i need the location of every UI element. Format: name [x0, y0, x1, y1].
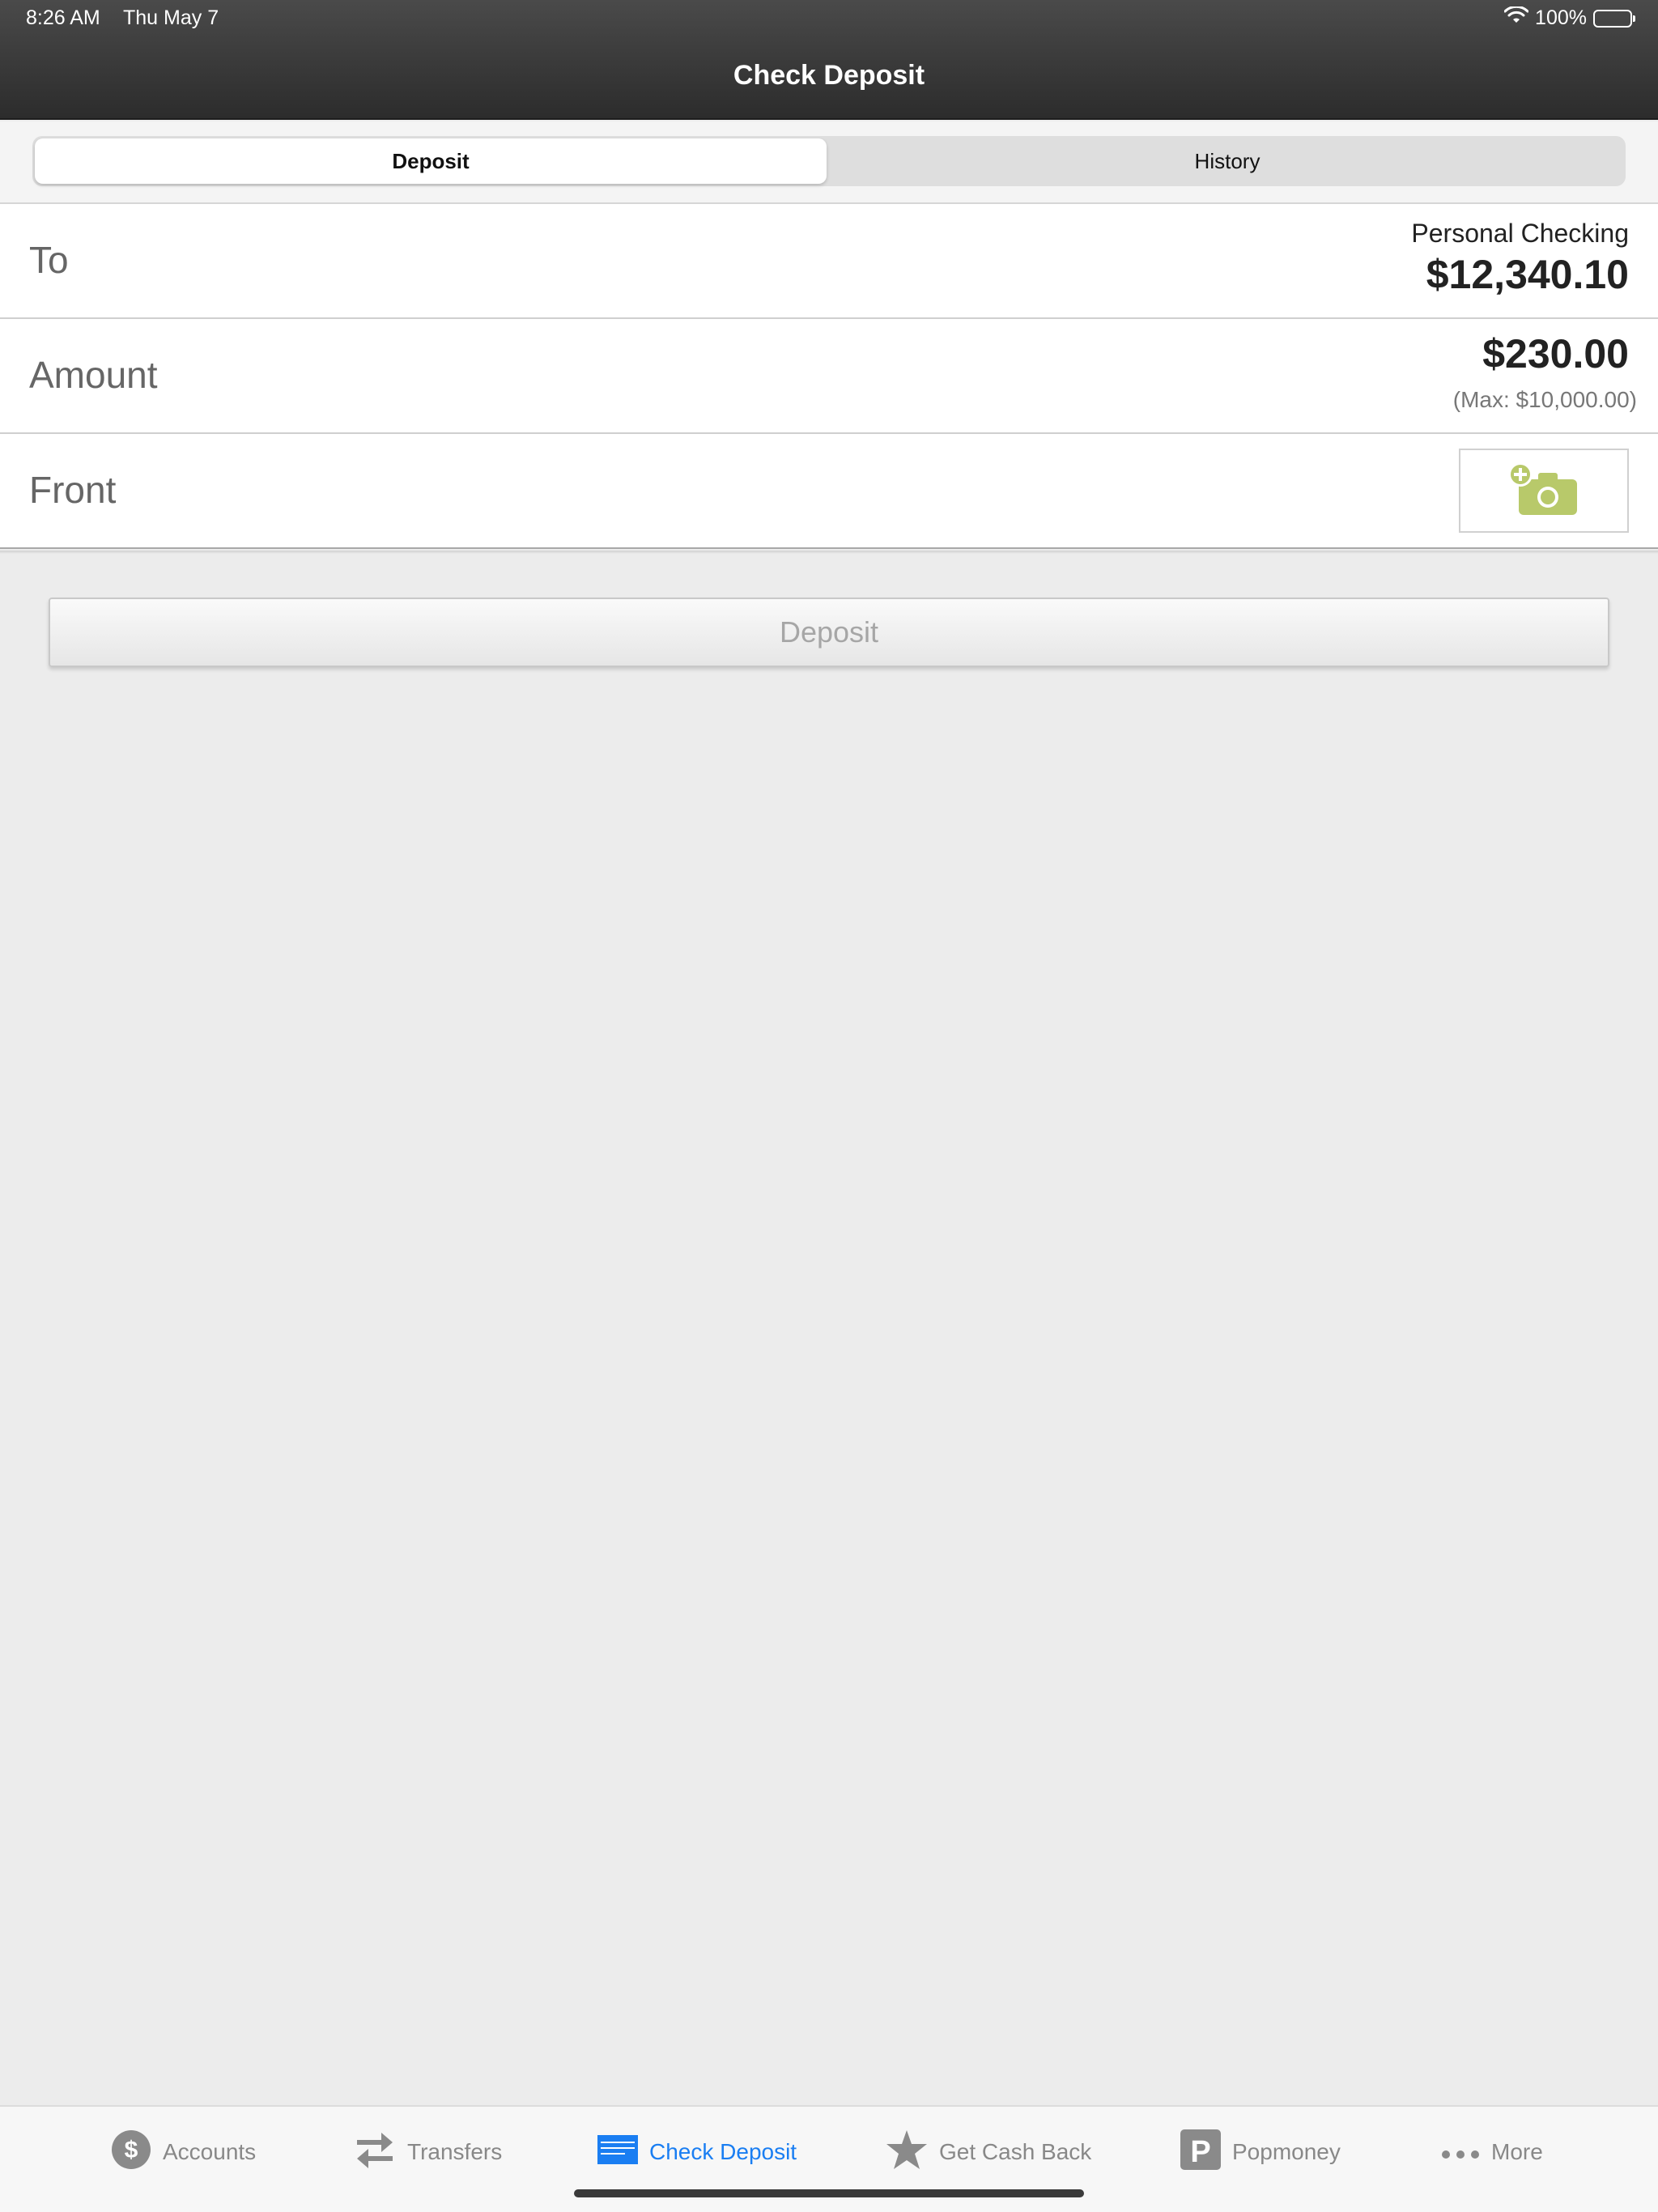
rows-divider-shadow [0, 551, 1658, 554]
account-name: Personal Checking [1411, 219, 1629, 248]
tab-popmoney[interactable]: P Popmoney [1180, 2128, 1341, 2176]
amount-row[interactable]: Amount $230.00 (Max: $10,000.00) [0, 319, 1658, 434]
tab-check-deposit-label: Check Deposit [649, 2139, 797, 2164]
status-date: Thu May 7 [123, 6, 219, 29]
front-label: Front [29, 469, 117, 511]
tab-accounts[interactable]: $ Accounts [111, 2128, 256, 2176]
account-balance: $12,340.10 [1426, 252, 1629, 297]
battery-percent: 100% [1535, 6, 1587, 29]
tab-more-label: More [1491, 2139, 1543, 2164]
popmoney-icon: P [1180, 2129, 1221, 2176]
tab-popmoney-label: Popmoney [1232, 2139, 1341, 2164]
segment-container: Deposit History [0, 121, 1658, 204]
amount-field[interactable]: $230.00 [1482, 330, 1629, 377]
to-account-row[interactable]: To Personal Checking $12,340.10 [0, 204, 1658, 319]
add-camera-icon [1507, 462, 1580, 521]
star-icon [886, 2129, 928, 2176]
home-indicator[interactable] [574, 2189, 1084, 2197]
tab-deposit[interactable]: Deposit [35, 138, 827, 184]
svg-text:$: $ [125, 2137, 138, 2163]
deposit-button[interactable]: Deposit [49, 598, 1609, 667]
svg-text:P: P [1190, 2135, 1210, 2169]
battery-icon [1593, 9, 1635, 28]
segmented-control: Deposit History [32, 136, 1626, 186]
wifi-icon [1503, 5, 1529, 30]
tab-get-cash-back[interactable]: Get Cash Back [886, 2128, 1091, 2176]
tab-transfers-label: Transfers [407, 2139, 503, 2164]
check-icon [597, 2134, 638, 2170]
capture-front-button[interactable] [1459, 449, 1629, 533]
more-dots-icon [1441, 2139, 1480, 2165]
tab-accounts-label: Accounts [163, 2139, 257, 2164]
dollar-icon: $ [111, 2129, 151, 2176]
tab-get-cash-back-label: Get Cash Back [939, 2139, 1092, 2164]
page-title: Check Deposit [733, 60, 925, 91]
status-time: 8:26 AM [26, 6, 100, 29]
front-image-row: Front [0, 434, 1658, 549]
status-indicators: 100% [1503, 5, 1635, 30]
amount-max-text: (Max: $10,000.00) [1452, 387, 1637, 412]
tab-history[interactable]: History [831, 138, 1623, 184]
to-label: To [29, 239, 69, 281]
transfer-arrows-icon [354, 2131, 396, 2174]
amount-label: Amount [29, 354, 158, 396]
tab-check-deposit[interactable]: Check Deposit [597, 2128, 797, 2176]
navigation-bar: 8:26 AM Thu May 7 100% Check Deposit [0, 0, 1658, 120]
tab-transfers[interactable]: Transfers [354, 2128, 502, 2176]
tab-more[interactable]: More [1441, 2128, 1543, 2176]
